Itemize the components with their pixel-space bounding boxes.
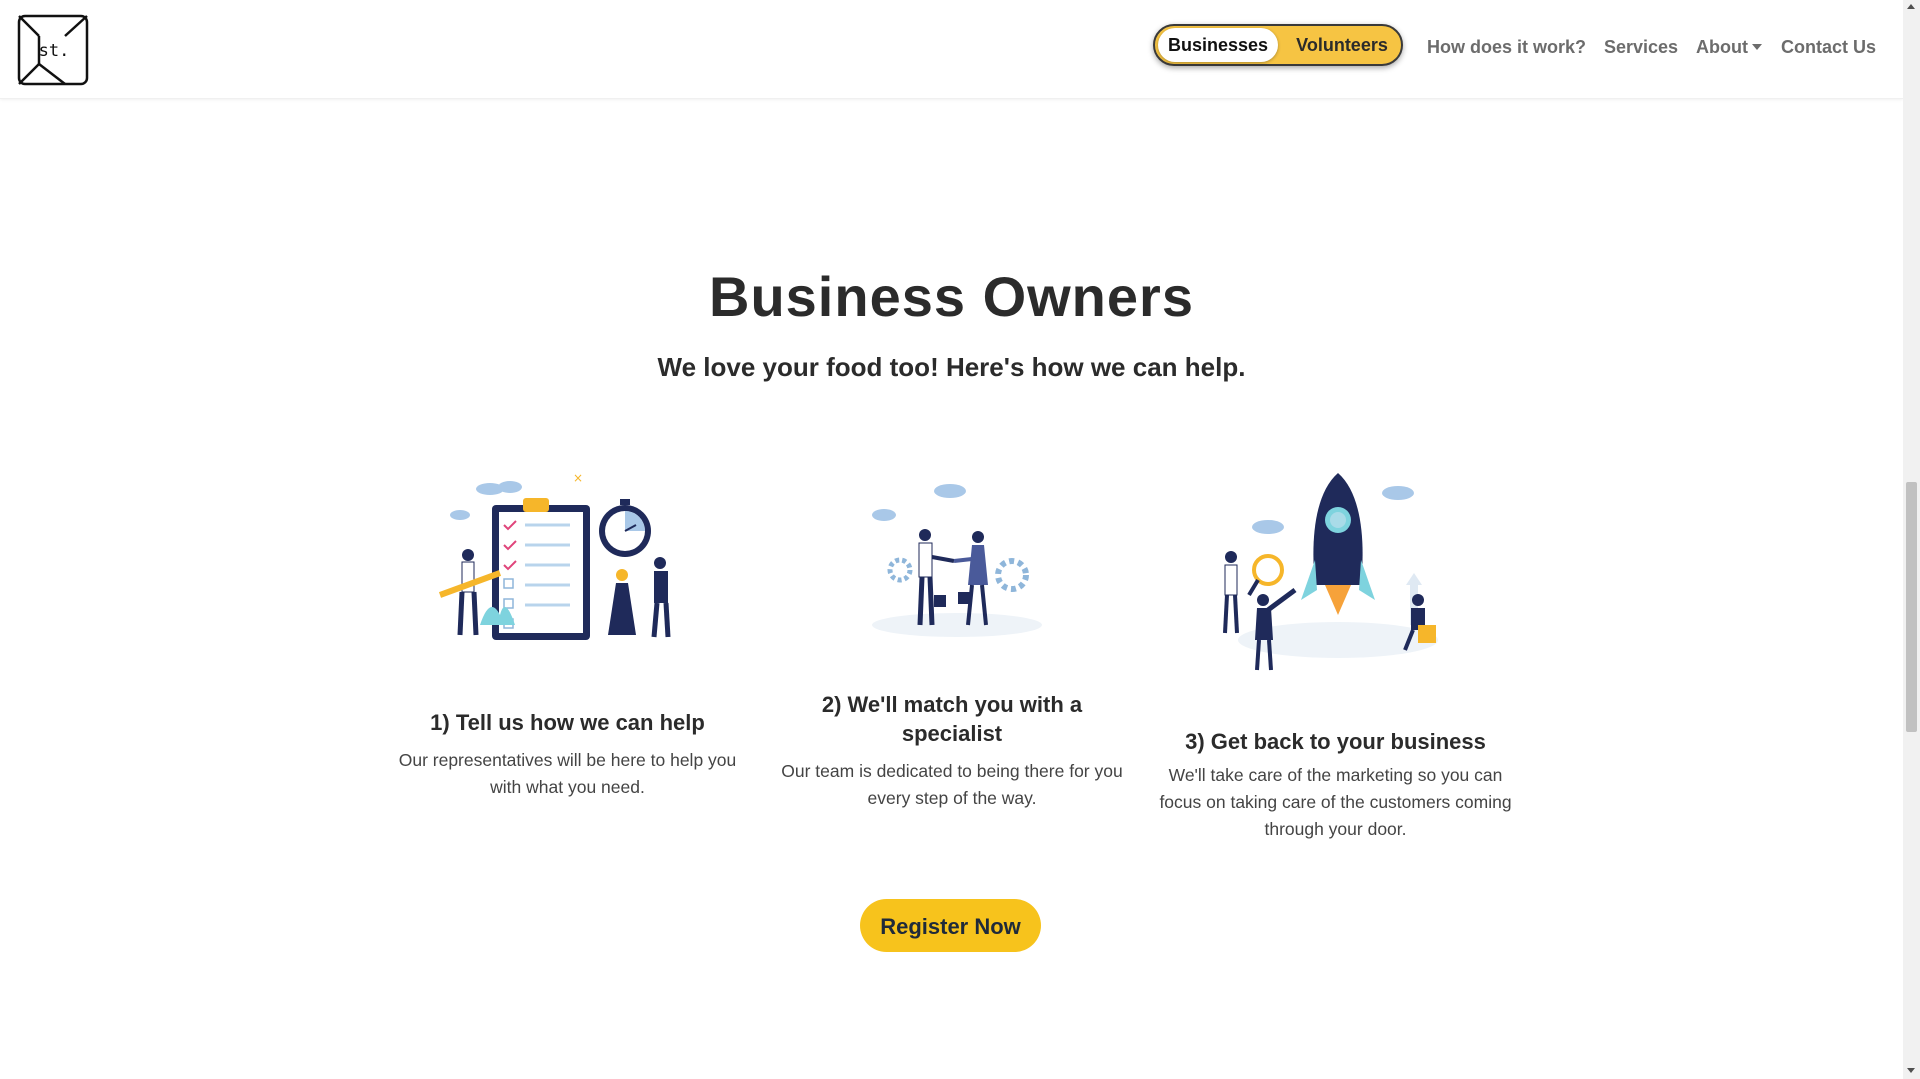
logo-text: st.: [39, 41, 70, 61]
svg-text:×: ×: [573, 471, 583, 485]
scroll-up-icon[interactable]: [1907, 4, 1915, 9]
page-subtitle: We love your food too! Here's how we can…: [657, 352, 1246, 382]
audience-toggle[interactable]: Businesses Volunteers: [1153, 24, 1403, 66]
rocket-illustration: [1223, 473, 1438, 671]
step-2-text: Our team is dedicated to being there for…: [781, 761, 1123, 808]
handshake-illustration: [872, 484, 1042, 637]
nav-services[interactable]: Services: [1604, 37, 1678, 58]
toggle-businesses[interactable]: Businesses: [1158, 28, 1278, 62]
page: st. Businesses Volunteers How does it wo…: [0, 0, 1903, 1079]
nav-how-it-works[interactable]: How does it work?: [1427, 37, 1586, 58]
step-2-title: 2) We'll match you with a specialist: [821, 692, 1083, 746]
step-3: 3) Get back to your business We'll take …: [1158, 465, 1513, 845]
step-1: × 1) Tell us how we can help Our represe…: [390, 465, 745, 805]
page-title: Business Owners: [709, 265, 1194, 328]
step-3-text: We'll take care of the marketing so you …: [1159, 765, 1512, 839]
register-now-button[interactable]: Register Now: [860, 899, 1041, 952]
logo[interactable]: st.: [17, 14, 89, 86]
nav-about[interactable]: About: [1696, 37, 1762, 58]
nav-contact[interactable]: Contact Us: [1781, 37, 1876, 58]
caret-down-icon: [1751, 44, 1762, 50]
step-3-title: 3) Get back to your business: [1185, 729, 1486, 754]
step-1-title: 1) Tell us how we can help: [430, 710, 705, 735]
toggle-volunteers[interactable]: Volunteers: [1282, 28, 1402, 62]
scrollbar[interactable]: [1903, 0, 1920, 1079]
scroll-thumb[interactable]: [1906, 482, 1917, 732]
nav-about-label: About: [1696, 37, 1748, 57]
step-1-text: Our representatives will be here to help…: [398, 750, 737, 797]
scroll-down-icon[interactable]: [1907, 1068, 1915, 1073]
navbar: st. Businesses Volunteers How does it wo…: [0, 0, 1903, 99]
step-2: 2) We'll match you with a specialist Our…: [772, 465, 1132, 825]
checklist-illustration: ×: [438, 471, 671, 640]
